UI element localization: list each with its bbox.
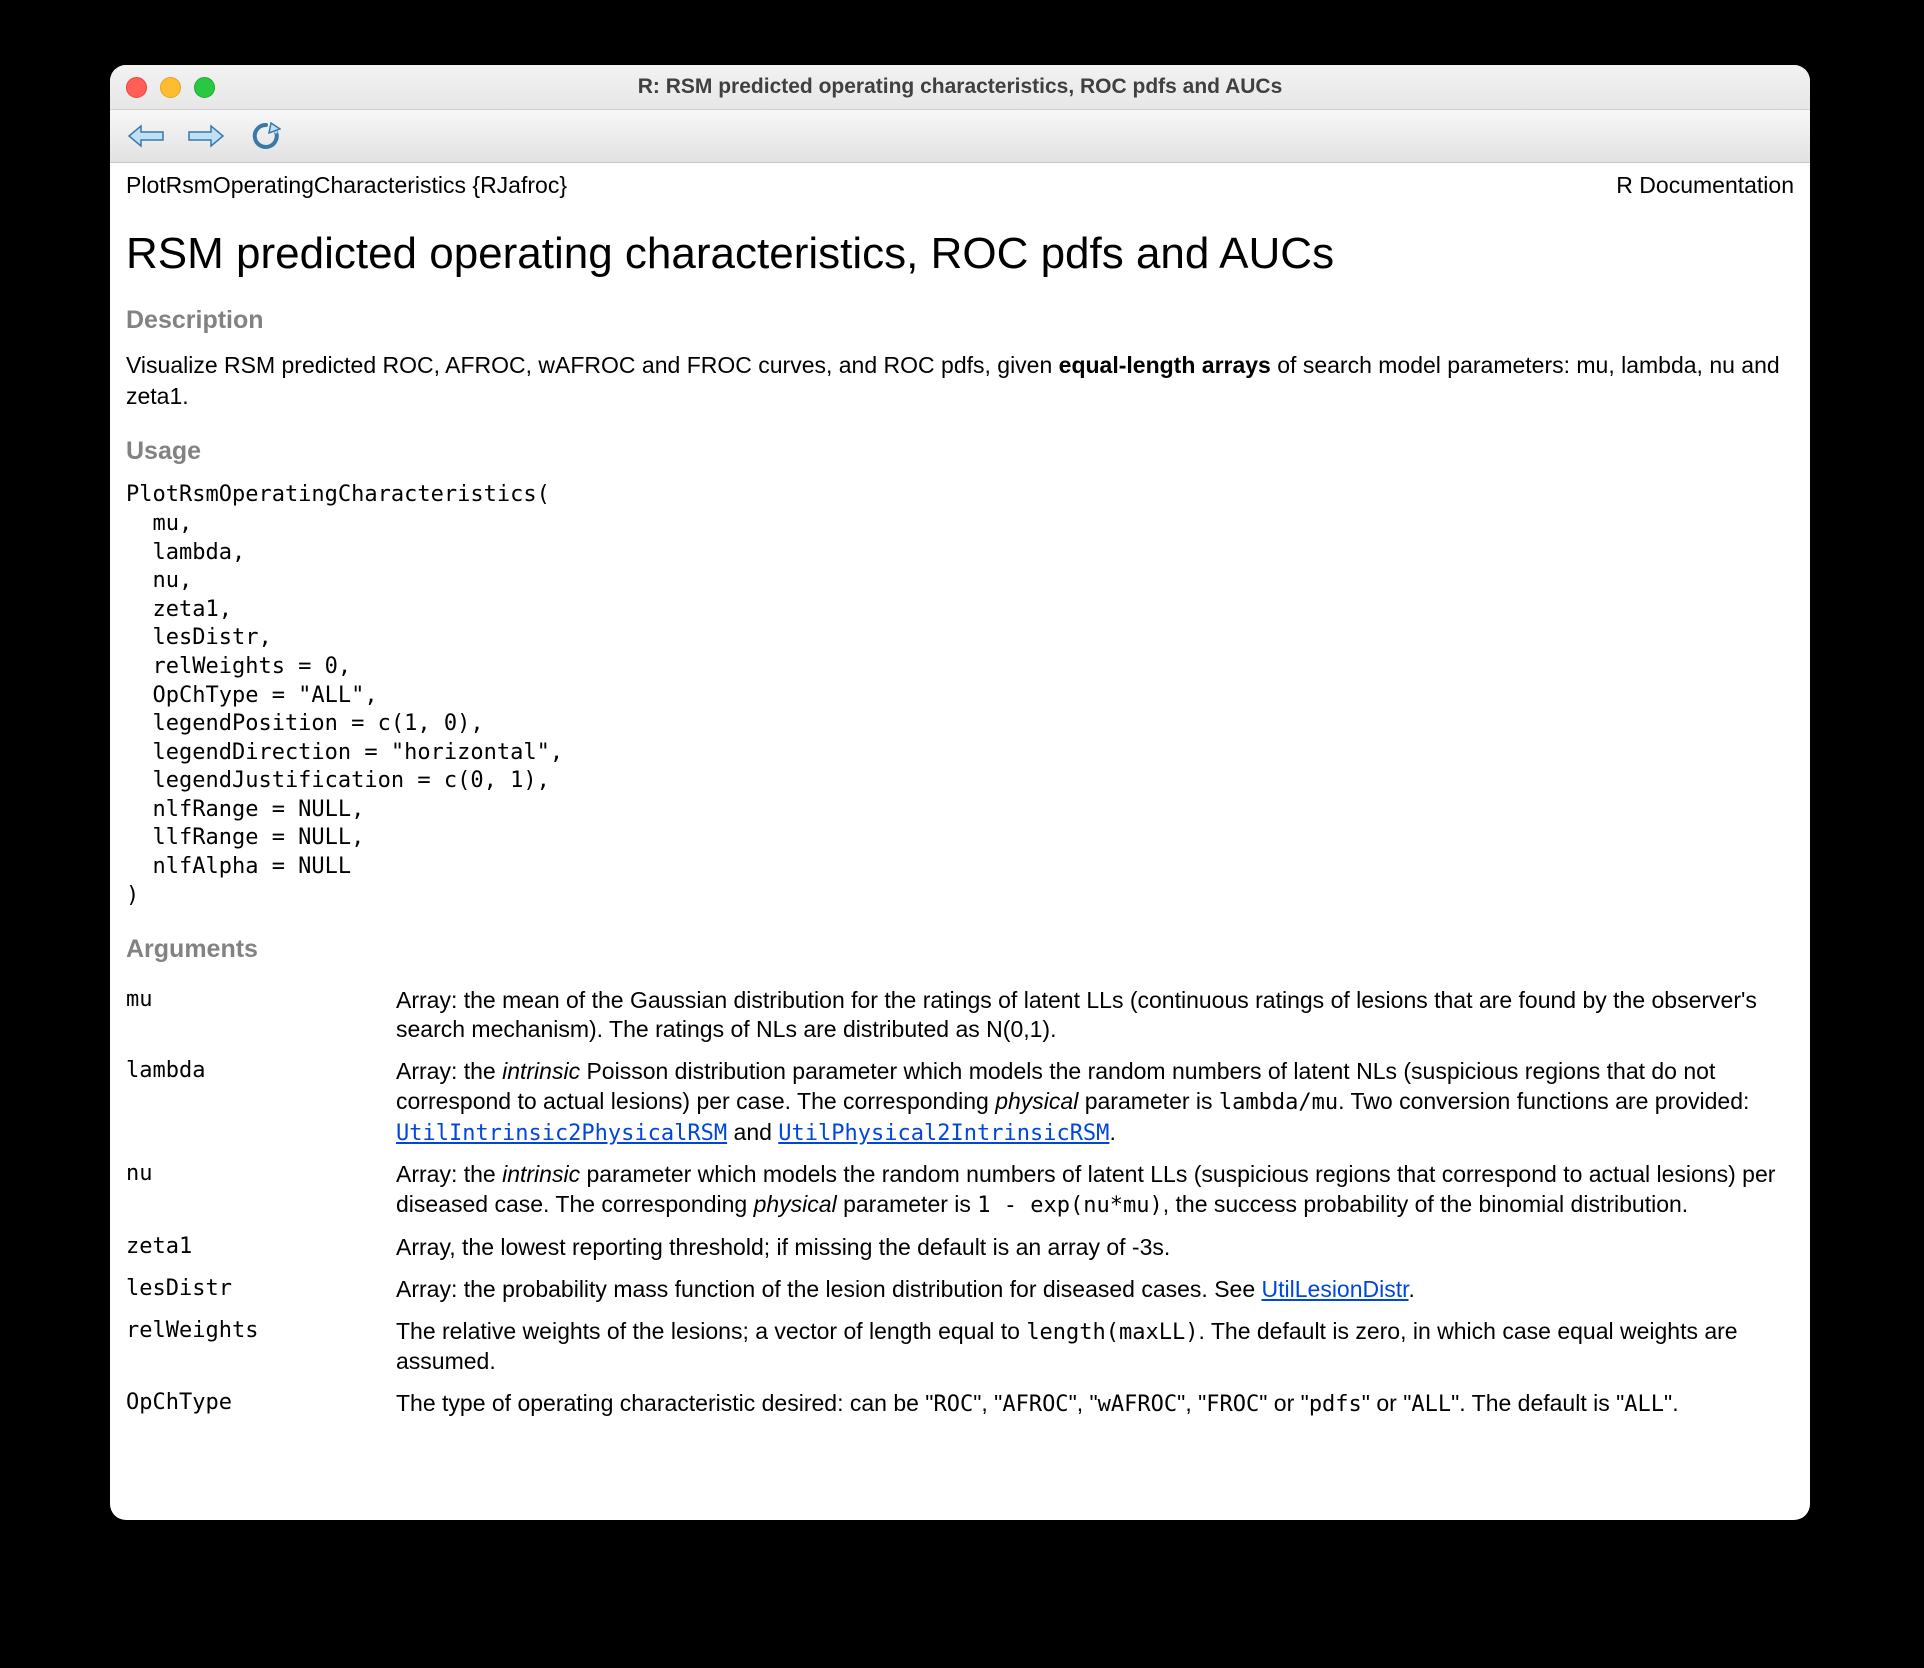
page-title: RSM predicted operating characteristics,…	[126, 226, 1794, 281]
window-controls	[126, 77, 215, 98]
arg-desc: The relative weights of the lesions; a v…	[396, 1311, 1794, 1383]
arg-name: nu	[126, 1154, 396, 1226]
arg-name: OpChType	[126, 1383, 396, 1426]
arg-desc: Array: the intrinsic parameter which mod…	[396, 1154, 1794, 1226]
titlebar: R: RSM predicted operating characteristi…	[110, 65, 1810, 110]
arg-row-nu: nu Array: the intrinsic parameter which …	[126, 1154, 1794, 1226]
description-pre: Visualize RSM predicted ROC, AFROC, wAFR…	[126, 352, 1059, 378]
arg-row-relweights: relWeights The relative weights of the l…	[126, 1311, 1794, 1383]
toolbar	[110, 110, 1810, 163]
arg-row-opchtype: OpChType The type of operating character…	[126, 1383, 1794, 1426]
arrow-right-icon	[187, 123, 225, 149]
arg-desc: Array: the intrinsic Poisson distributio…	[396, 1051, 1794, 1154]
arg-row-zeta1: zeta1 Array, the lowest reporting thresh…	[126, 1227, 1794, 1269]
description-text: Visualize RSM predicted ROC, AFROC, wAFR…	[126, 350, 1794, 412]
arg-name: zeta1	[126, 1227, 396, 1269]
arg-desc: Array, the lowest reporting threshold; i…	[396, 1227, 1794, 1269]
arg-desc: Array: the probability mass function of …	[396, 1269, 1794, 1311]
back-button[interactable]	[126, 121, 166, 151]
arrow-left-icon	[127, 123, 165, 149]
arguments-table: mu Array: the mean of the Gaussian distr…	[126, 980, 1794, 1426]
arg-name: lambda	[126, 1051, 396, 1154]
arg-row-lesdistr: lesDistr Array: the probability mass fun…	[126, 1269, 1794, 1311]
arg-name: mu	[126, 980, 396, 1052]
reload-button[interactable]	[246, 121, 286, 151]
document-body: PlotRsmOperatingCharacteristics {RJafroc…	[110, 163, 1810, 1520]
arg-row-mu: mu Array: the mean of the Gaussian distr…	[126, 980, 1794, 1052]
close-window-button[interactable]	[126, 77, 147, 98]
doc-header-row: PlotRsmOperatingCharacteristics {RJafroc…	[126, 171, 1794, 200]
link-utilphysical2intrinsicrsm[interactable]: UtilPhysical2IntrinsicRSM	[778, 1121, 1109, 1146]
arg-desc: Array: the mean of the Gaussian distribu…	[396, 980, 1794, 1052]
forward-button[interactable]	[186, 121, 226, 151]
usage-code: PlotRsmOperatingCharacteristics( mu, lam…	[126, 481, 1794, 910]
section-description-heading: Description	[126, 305, 1794, 336]
section-arguments-heading: Arguments	[126, 934, 1794, 965]
description-bold: equal-length arrays	[1059, 352, 1271, 378]
link-utilintrinsic2physicalrsm[interactable]: UtilIntrinsic2PhysicalRSM	[396, 1121, 727, 1146]
arg-desc: The type of operating characteristic des…	[396, 1383, 1794, 1426]
app-window: R: RSM predicted operating characteristi…	[110, 65, 1810, 1520]
section-usage-heading: Usage	[126, 436, 1794, 467]
arg-name: lesDistr	[126, 1269, 396, 1311]
window-title: R: RSM predicted operating characteristi…	[110, 75, 1810, 99]
link-utillesiondistr[interactable]: UtilLesionDistr	[1262, 1276, 1409, 1302]
doc-label: R Documentation	[1616, 171, 1794, 200]
reload-icon	[251, 121, 281, 151]
zoom-window-button[interactable]	[194, 77, 215, 98]
minimize-window-button[interactable]	[160, 77, 181, 98]
function-package: PlotRsmOperatingCharacteristics {RJafroc…	[126, 171, 567, 200]
arg-name: relWeights	[126, 1311, 396, 1383]
arg-row-lambda: lambda Array: the intrinsic Poisson dist…	[126, 1051, 1794, 1154]
